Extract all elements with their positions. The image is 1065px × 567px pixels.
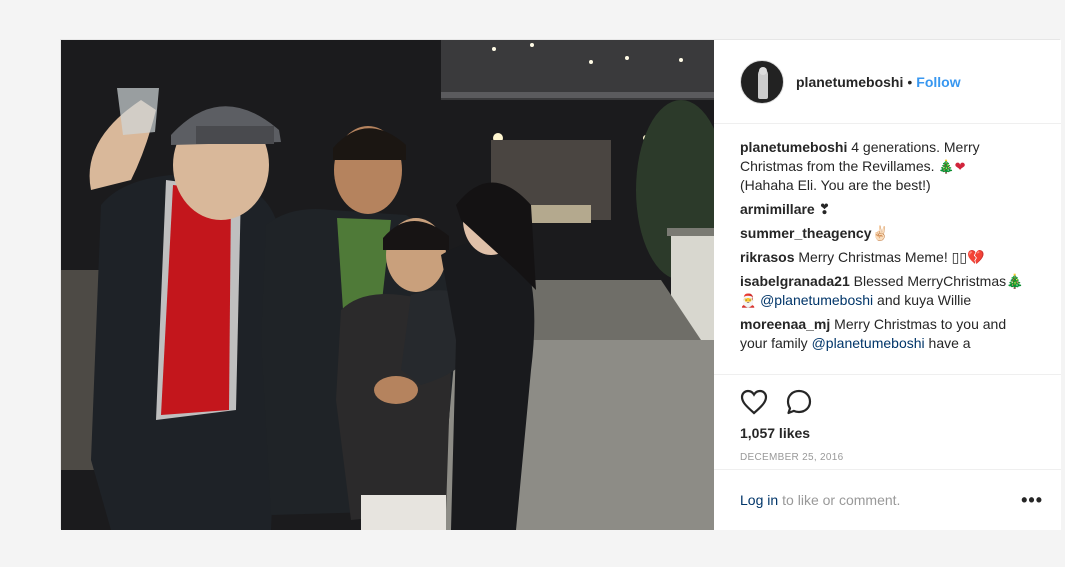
family-photo-image: [61, 40, 714, 530]
list-item: summer_theagency✌🏻: [740, 224, 1035, 243]
action-icons: [740, 387, 1061, 417]
post-date[interactable]: DECEMBER 25, 2016: [740, 452, 1061, 463]
caption-tail: (Hahaha Eli. You are the best!): [740, 177, 931, 193]
comment-username[interactable]: armimillare: [740, 201, 815, 217]
comments-list[interactable]: planetumeboshi 4 generations. Merry Chri…: [714, 124, 1061, 374]
caption-username[interactable]: planetumeboshi: [740, 139, 847, 155]
post-header: planetumeboshi • Follow: [714, 40, 1061, 124]
comment-text: have a: [924, 335, 971, 351]
heart-outline-icon[interactable]: [740, 389, 768, 415]
post-photo[interactable]: [61, 40, 714, 530]
instagram-post: planetumeboshi • Follow planetumeboshi 4…: [60, 39, 1061, 530]
post-actions: 1,057 likes DECEMBER 25, 2016: [714, 374, 1061, 463]
heart-emoji: ❤: [954, 159, 966, 174]
list-item: armimillare ❣: [740, 200, 1035, 219]
mention-link[interactable]: @planetumeboshi: [812, 335, 925, 351]
comment-username[interactable]: summer_theagency: [740, 225, 872, 241]
speech-bubble-icon[interactable]: [785, 388, 813, 416]
comment-username[interactable]: rikrasos: [740, 249, 794, 265]
list-item: isabelgranada21 Blessed MerryChristmas🎄 …: [740, 272, 1035, 310]
more-options-icon[interactable]: •••: [1021, 491, 1043, 509]
header-separator: •: [907, 73, 913, 90]
caption: planetumeboshi 4 generations. Merry Chri…: [740, 138, 1035, 195]
comment-text: Merry Christmas Meme! ▯▯💔: [794, 249, 985, 265]
follow-button[interactable]: Follow: [916, 74, 960, 90]
likes-count[interactable]: 1,057 likes: [740, 425, 1061, 441]
tree-emoji: 🎄: [938, 159, 955, 174]
list-item: rikrasos Merry Christmas Meme! ▯▯💔: [740, 248, 1035, 267]
mention-link[interactable]: @planetumeboshi: [760, 292, 873, 308]
list-item: moreenaa_mj Merry Christmas to you and y…: [740, 315, 1035, 353]
header-username[interactable]: planetumeboshi: [796, 74, 903, 90]
avatar-head: [759, 66, 767, 75]
comment-text: ✌🏻: [871, 225, 889, 241]
comment-text: and kuya Willie: [873, 292, 972, 308]
post-side-panel: planetumeboshi • Follow planetumeboshi 4…: [714, 40, 1061, 530]
comment-text: Blessed MerryChristmas🎄: [849, 273, 1024, 289]
comment-username[interactable]: moreenaa_mj: [740, 316, 830, 332]
login-bar: Log in to like or comment. •••: [714, 469, 1061, 530]
santa-emoji: 🎅: [740, 293, 757, 308]
comment-username[interactable]: isabelgranada21: [740, 273, 850, 289]
login-hint: to like or comment.: [782, 492, 901, 508]
avatar[interactable]: [740, 59, 784, 104]
comment-text: ❣: [814, 201, 831, 217]
login-link[interactable]: Log in: [740, 492, 778, 508]
